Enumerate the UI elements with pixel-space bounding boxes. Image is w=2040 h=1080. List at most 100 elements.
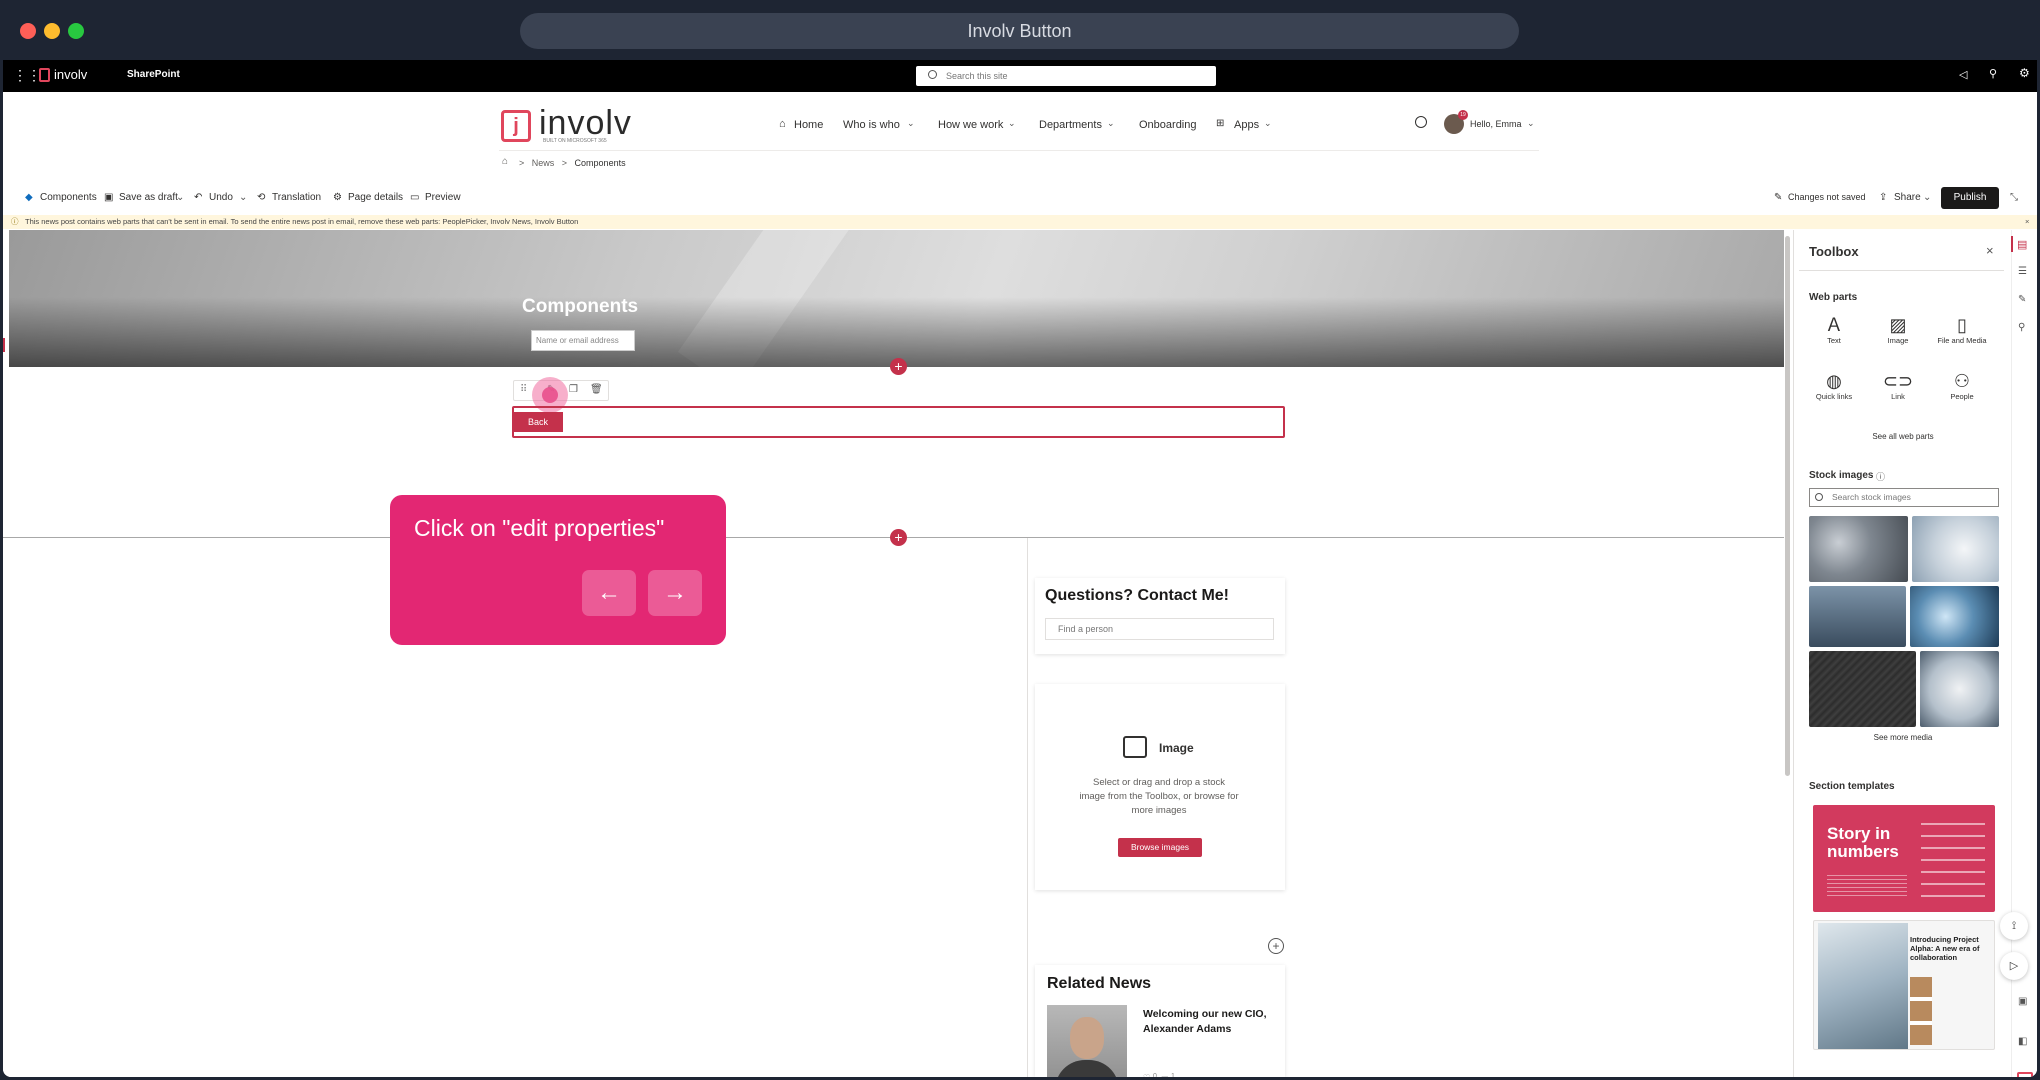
translation-icon: ⟲ xyxy=(257,192,266,203)
template-story-in-numbers[interactable]: Story in numbers xyxy=(1813,805,1995,912)
see-all-webparts-link[interactable]: See all web parts xyxy=(1794,432,2012,441)
save-as-draft-button[interactable]: Save as draft xyxy=(119,192,178,203)
webpart-file-media[interactable]: ▯ File and Media xyxy=(1932,314,1992,345)
hero-section[interactable]: Components Name or email address xyxy=(9,230,1784,367)
right-tool-rail: ▤ ☰ ✎ ⚲ ⟟ ▷ ▣ ◧ xyxy=(2000,230,2037,1077)
close-window-button[interactable] xyxy=(20,23,36,39)
header-search-icon[interactable] xyxy=(1415,116,1427,128)
page-details-button[interactable]: Page details xyxy=(348,192,403,203)
collapse-icon[interactable]: ⤡ xyxy=(2010,192,2018,203)
publish-button[interactable]: Publish xyxy=(1941,187,1999,209)
involv-app-icon[interactable] xyxy=(2017,1072,2033,1077)
screen-share-icon[interactable]: ▣ xyxy=(2018,996,2027,1007)
suite-app-name[interactable]: SharePoint xyxy=(127,69,180,80)
add-section-button[interactable]: + xyxy=(890,358,907,375)
stock-image-nuts[interactable] xyxy=(1912,516,1999,582)
close-toolbox-icon[interactable]: × xyxy=(1986,243,1994,258)
stock-images-heading: Stock images xyxy=(1809,470,1874,481)
dismiss-warning-icon[interactable]: × xyxy=(2025,215,2029,229)
properties-rail-icon[interactable]: ☰ xyxy=(2018,266,2027,277)
pin-rail-icon[interactable]: ⚲ xyxy=(2018,322,2025,333)
megaphone-icon[interactable]: ◁ xyxy=(1959,68,1967,81)
nav-item-how-we-work[interactable]: How we work xyxy=(938,119,1003,131)
nav-item-who-is-who[interactable]: Who is who xyxy=(843,119,900,131)
site-search-input[interactable]: Search this site xyxy=(916,66,1216,86)
canvas-scrollbar[interactable] xyxy=(1785,236,1790,776)
settings-gear-icon[interactable]: ⚙ xyxy=(2019,66,2030,80)
callout-next-button[interactable]: → xyxy=(648,570,702,616)
user-greeting[interactable]: Hello, Emma xyxy=(1470,119,1522,129)
like-count: 0 xyxy=(1153,1073,1157,1077)
browser-viewport: ⋮⋮ involv SharePoint Search this site ◁ … xyxy=(3,60,2037,1077)
app-launcher-icon[interactable]: ⋮⋮ xyxy=(13,68,41,82)
contact-title: Questions? Contact Me! xyxy=(1045,587,1230,604)
undo-options-chevron-icon[interactable]: ⌄ xyxy=(239,192,247,203)
webpart-text[interactable]: Ａ Text xyxy=(1804,314,1864,345)
text-icon: Ａ xyxy=(1825,315,1843,335)
hero-title[interactable]: Components xyxy=(522,296,638,318)
callout-prev-button[interactable]: ← xyxy=(582,570,636,616)
toolbox-rail-icon[interactable]: ▤ xyxy=(2017,238,2027,251)
device-icon[interactable]: ◧ xyxy=(2018,1036,2027,1047)
nav-item-departments[interactable]: Departments xyxy=(1039,119,1102,131)
stock-image-blue-spheres[interactable] xyxy=(1910,586,1999,647)
preview-button[interactable]: Preview xyxy=(425,192,461,203)
stock-image-bolts[interactable] xyxy=(1809,516,1908,582)
breadcrumb-components[interactable]: Components xyxy=(575,158,626,168)
globe-icon: ◍ xyxy=(1826,371,1842,391)
nav-item-apps[interactable]: Apps xyxy=(1234,119,1259,131)
design-rail-icon[interactable]: ✎ xyxy=(2018,294,2026,305)
share-chevron-icon[interactable]: ⌄ xyxy=(1923,192,1931,203)
save-options-chevron-icon[interactable]: ⌄ xyxy=(176,192,184,203)
webpart-image[interactable]: ▨ Image xyxy=(1868,314,1928,345)
nav-item-onboarding[interactable]: Onboarding xyxy=(1139,119,1197,131)
undo-button[interactable]: Undo xyxy=(209,192,233,203)
add-section-button[interactable]: + xyxy=(890,529,907,546)
assistant-float-icon[interactable]: ⟟ xyxy=(2000,912,2028,940)
suite-logo-icon xyxy=(39,68,50,82)
duplicate-icon[interactable]: ❐ xyxy=(569,384,578,395)
webpart-link[interactable]: ⊂⊃ Link xyxy=(1868,370,1928,401)
template-project-alpha[interactable]: Introducing Project Alpha: A new era of … xyxy=(1813,920,1995,1050)
people-picker-input[interactable]: Name or email address xyxy=(531,330,635,351)
minimize-window-button[interactable] xyxy=(44,23,60,39)
news-thumbnail[interactable] xyxy=(1047,1005,1127,1077)
webpart-people[interactable]: ⚇ People xyxy=(1932,370,1992,401)
news-item-title[interactable]: Welcoming our new CIO, Alexander Adams xyxy=(1143,1007,1275,1037)
logo-mark-icon: j xyxy=(501,110,531,142)
play-float-icon[interactable]: ▷ xyxy=(2000,952,2028,980)
changes-status: Changes not saved xyxy=(1788,192,1866,202)
button-webpart-frame[interactable] xyxy=(512,406,1285,438)
share-network-icon[interactable]: ⚲ xyxy=(1989,67,1997,80)
browse-images-button[interactable]: Browse images xyxy=(1118,838,1202,857)
info-icon[interactable]: ⓘ xyxy=(1876,470,1885,483)
site-logo[interactable]: j involv BUILT ON MICROSOFT 365 xyxy=(499,104,639,146)
drag-handle-icon[interactable]: ⠿ xyxy=(520,384,527,395)
stock-search-input[interactable]: Search stock images xyxy=(1809,488,1999,507)
stock-image-chalkboard[interactable] xyxy=(1809,651,1916,727)
back-button[interactable]: Back xyxy=(513,412,563,432)
comment-icon[interactable]: ▭ xyxy=(1161,1073,1169,1077)
suite-brand[interactable]: involv xyxy=(54,67,87,82)
nav-item-home[interactable]: Home xyxy=(794,119,823,131)
breadcrumb-separator: > xyxy=(554,158,575,168)
home-icon: ⌂ xyxy=(779,118,786,130)
delete-icon[interactable]: 🗑 xyxy=(590,384,603,395)
window-title: Involv Button xyxy=(520,13,1519,49)
webpart-quick-links[interactable]: ◍ Quick links xyxy=(1804,370,1864,401)
like-icon[interactable]: ♡ xyxy=(1143,1073,1150,1077)
share-button[interactable]: Share xyxy=(1894,192,1921,203)
toolbox-divider xyxy=(1799,270,2004,271)
add-webpart-button[interactable]: + xyxy=(1268,938,1284,954)
components-button[interactable]: Components xyxy=(40,192,97,203)
see-more-media-link[interactable]: See more media xyxy=(1794,733,2012,742)
translation-button[interactable]: Translation xyxy=(272,192,321,203)
stock-image-cradle[interactable] xyxy=(1809,586,1906,647)
breadcrumb-home-icon[interactable]: ⌂ xyxy=(502,156,508,167)
breadcrumb-news[interactable]: News xyxy=(532,158,555,168)
maximize-window-button[interactable] xyxy=(68,23,84,39)
person-head-shape xyxy=(1070,1017,1104,1059)
stock-image-parts[interactable] xyxy=(1920,651,1999,727)
find-person-input[interactable]: Find a person xyxy=(1045,618,1274,640)
related-news-webpart: Related News Welcoming our new CIO, Alex… xyxy=(1035,965,1285,1077)
